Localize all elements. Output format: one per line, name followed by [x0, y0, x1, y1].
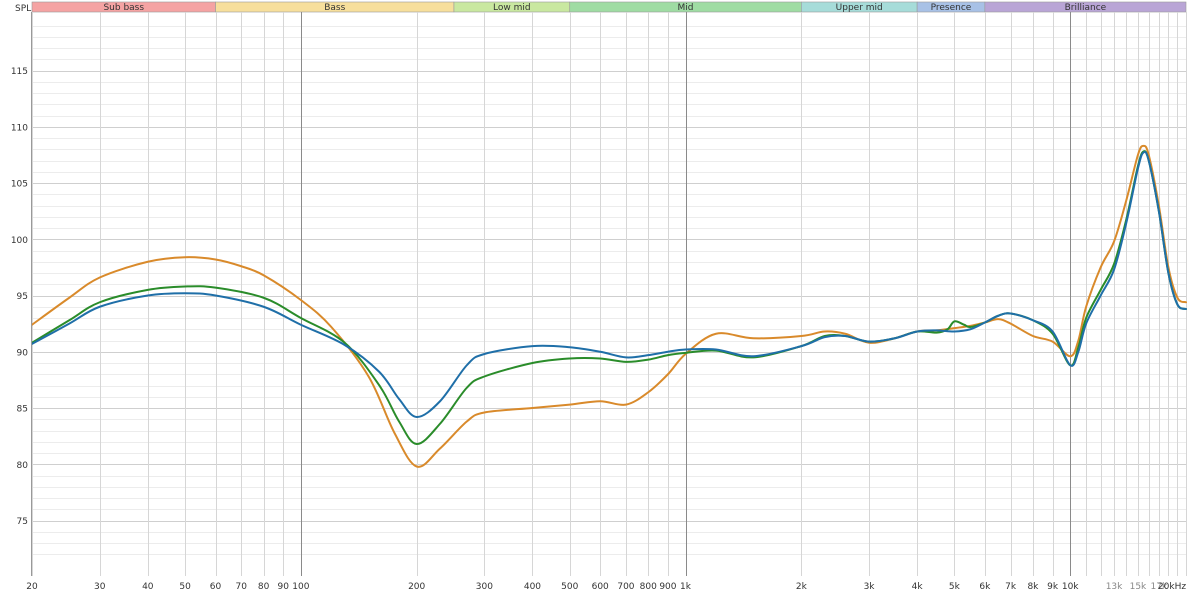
- x-tick-label: 7k: [1005, 582, 1017, 592]
- x-tick-label: 700: [617, 582, 634, 592]
- band-label: Upper mid: [836, 3, 883, 13]
- band-label: Sub bass: [103, 3, 144, 13]
- x-tick-label: 20: [26, 582, 38, 592]
- y-tick-label: 90: [17, 348, 29, 358]
- x-tick-label: 500: [561, 582, 578, 592]
- y-tick-label: 80: [17, 461, 29, 471]
- y-axis-title: SPL: [15, 4, 31, 14]
- x-tick-label: 50: [179, 582, 191, 592]
- band-label: Brilliance: [1065, 3, 1107, 13]
- x-tick-label: 100: [292, 582, 309, 592]
- x-tick-label: 70: [236, 582, 248, 592]
- y-tick-label: 75: [17, 517, 28, 527]
- x-tick-label: 30: [94, 582, 106, 592]
- y-tick-label: 95: [17, 292, 28, 302]
- x-tick-label: 60: [210, 582, 222, 592]
- band-label: Mid: [678, 3, 694, 13]
- x-tick-label: 20kHz: [1158, 582, 1186, 592]
- y-tick-label: 110: [11, 123, 28, 133]
- x-tick-label: 40: [142, 582, 154, 592]
- x-tick-label: 900: [659, 582, 676, 592]
- x-tick-label: 200: [408, 582, 425, 592]
- y-tick-label: 105: [11, 180, 28, 190]
- x-tick-label: 300: [476, 582, 493, 592]
- x-tick-label: 2k: [796, 582, 808, 592]
- x-tick-label: 3k: [864, 582, 876, 592]
- band-label: Bass: [324, 3, 345, 13]
- x-tick-label: 9k: [1047, 582, 1059, 592]
- x-tick-label: 5k: [949, 582, 961, 592]
- x-tick-label: 80: [258, 582, 270, 592]
- band-label: Low mid: [493, 3, 531, 13]
- x-tick-label: 8k: [1027, 582, 1039, 592]
- x-tick-label: 90: [278, 582, 290, 592]
- y-tick-label: 100: [11, 236, 28, 246]
- y-tick-label: 85: [17, 405, 28, 415]
- x-tick-label: 1k: [680, 582, 692, 592]
- x-tick-label: 600: [592, 582, 609, 592]
- x-tick-label: 400: [524, 582, 541, 592]
- frequency-response-chart: Sub bass Bass Low mid Mid Upper mid Presence B…: [0, 0, 1200, 594]
- band-label: Presence: [931, 3, 972, 13]
- frequency-bands: Sub bass Bass Low mid Mid Upper mid Presence B…: [31, 1, 1187, 13]
- x-tick-label: 6k: [979, 582, 991, 592]
- x-tick-label: 10k: [1062, 582, 1079, 592]
- x-tick-label: 800: [640, 582, 657, 592]
- x-tick-label: 15k: [1130, 582, 1147, 592]
- x-tick-label: 4k: [912, 582, 924, 592]
- x-tick-label: 13k: [1106, 582, 1123, 592]
- y-tick-label: 115: [11, 67, 28, 77]
